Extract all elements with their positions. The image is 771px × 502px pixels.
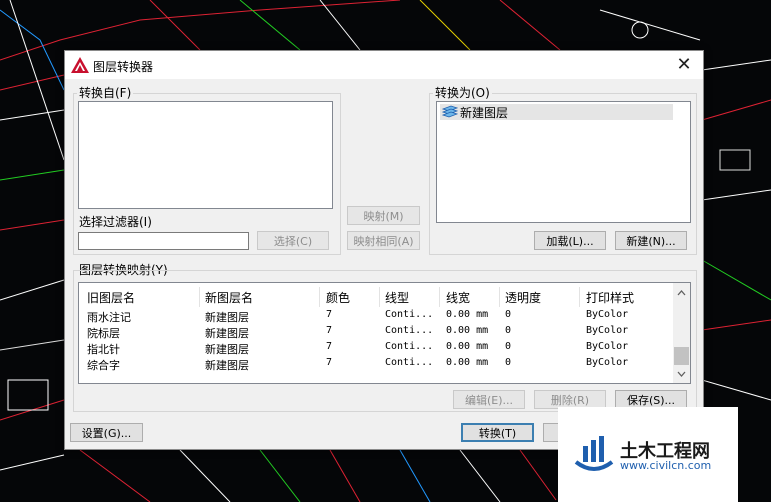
cell-linetype: Conti... <box>385 325 434 336</box>
table-row[interactable]: 综合字 新建图层 7 Conti... 0.00 mm 0 ByColor <box>79 357 669 373</box>
layer-translator-dialog: 图层转换器 ✕ 转换自(F) 选择过滤器(I) 选择(C) 映射(M) 映射相同… <box>64 50 704 450</box>
cell-transparency: 0 <box>505 341 512 352</box>
list-item-label: 新建图层 <box>460 106 509 120</box>
cell-old-name: 院标层 <box>87 327 120 340</box>
cell-lineweight: 0.00 mm <box>446 309 489 320</box>
list-item[interactable]: 新建图层 <box>440 104 673 120</box>
cell-plot-style: ByColor <box>586 309 629 320</box>
cell-new-name: 新建图层 <box>205 343 249 356</box>
edit-button[interactable]: 编辑(E)... <box>453 390 525 409</box>
cell-old-name: 指北针 <box>87 343 120 356</box>
watermark-url: www.civilcn.com <box>620 459 712 472</box>
cell-new-name: 新建图层 <box>205 311 249 324</box>
cell-plot-style: ByColor <box>586 357 629 368</box>
cell-transparency: 0 <box>505 325 512 336</box>
translate-to-list[interactable]: 新建图层 <box>436 101 691 223</box>
dialog-title: 图层转换器 <box>93 60 154 74</box>
select-button[interactable]: 选择(C) <box>257 231 329 250</box>
cell-lineweight: 0.00 mm <box>446 325 489 336</box>
cell-color: 7 <box>326 325 333 336</box>
cell-linetype: Conti... <box>385 357 434 368</box>
selection-filter-label: 选择过滤器(I) <box>77 213 154 230</box>
column-header-plot-style[interactable]: 打印样式 <box>586 289 634 305</box>
civilcn-logo-icon <box>574 436 614 471</box>
close-button[interactable]: ✕ <box>669 53 699 77</box>
column-header-color[interactable]: 颜色 <box>326 289 350 305</box>
table-scrollbar[interactable] <box>673 283 690 383</box>
cell-new-name: 新建图层 <box>205 359 249 372</box>
column-header-new-name[interactable]: 新图层名 <box>205 289 253 305</box>
column-header-old-name[interactable]: 旧图层名 <box>87 289 135 305</box>
cell-linetype: Conti... <box>385 309 434 320</box>
cell-color: 7 <box>326 341 333 352</box>
map-same-button[interactable]: 映射相同(A) <box>347 231 420 250</box>
title-bar[interactable]: 图层转换器 ✕ <box>65 51 703 79</box>
cell-old-name: 雨水注记 <box>87 311 131 324</box>
cell-lineweight: 0.00 mm <box>446 357 489 368</box>
cell-color: 7 <box>326 309 333 320</box>
column-header-lineweight[interactable]: 线宽 <box>446 289 470 305</box>
load-button[interactable]: 加载(L)... <box>534 231 606 250</box>
cell-plot-style: ByColor <box>586 341 629 352</box>
table-row[interactable]: 指北针 新建图层 7 Conti... 0.00 mm 0 ByColor <box>79 341 669 357</box>
cell-linetype: Conti... <box>385 341 434 352</box>
column-header-transparency[interactable]: 透明度 <box>505 289 541 305</box>
column-header-linetype[interactable]: 线型 <box>385 289 409 305</box>
mappings-table[interactable]: 旧图层名 新图层名 颜色 线型 线宽 透明度 打印样式 雨水注记 新建图层 7 … <box>78 282 691 384</box>
close-icon: ✕ <box>676 54 692 75</box>
translate-from-label: 转换自(F) <box>77 84 134 101</box>
table-row[interactable]: 雨水注记 新建图层 7 Conti... 0.00 mm 0 ByColor <box>79 309 669 325</box>
cell-transparency: 0 <box>505 309 512 320</box>
autocad-logo-icon <box>71 57 89 73</box>
new-button[interactable]: 新建(N)... <box>615 231 687 250</box>
scroll-down-icon[interactable] <box>673 367 690 381</box>
scroll-up-icon[interactable] <box>673 286 690 300</box>
cell-new-name: 新建图层 <box>205 327 249 340</box>
cell-transparency: 0 <box>505 357 512 368</box>
watermark-logo: 土木工程网 www.civilcn.com <box>558 407 738 502</box>
scrollbar-thumb[interactable] <box>674 347 689 365</box>
layer-stack-icon <box>442 105 458 118</box>
selection-filter-input[interactable] <box>78 232 249 250</box>
cell-color: 7 <box>326 357 333 368</box>
cell-plot-style: ByColor <box>586 325 629 336</box>
translate-to-label: 转换为(O) <box>433 84 492 101</box>
translate-from-list[interactable] <box>78 101 333 209</box>
map-button[interactable]: 映射(M) <box>347 206 420 225</box>
table-row[interactable]: 院标层 新建图层 7 Conti... 0.00 mm 0 ByColor <box>79 325 669 341</box>
settings-button[interactable]: 设置(G)... <box>70 423 143 442</box>
translate-button[interactable]: 转换(T) <box>461 423 534 442</box>
cell-old-name: 综合字 <box>87 359 120 372</box>
cell-lineweight: 0.00 mm <box>446 341 489 352</box>
